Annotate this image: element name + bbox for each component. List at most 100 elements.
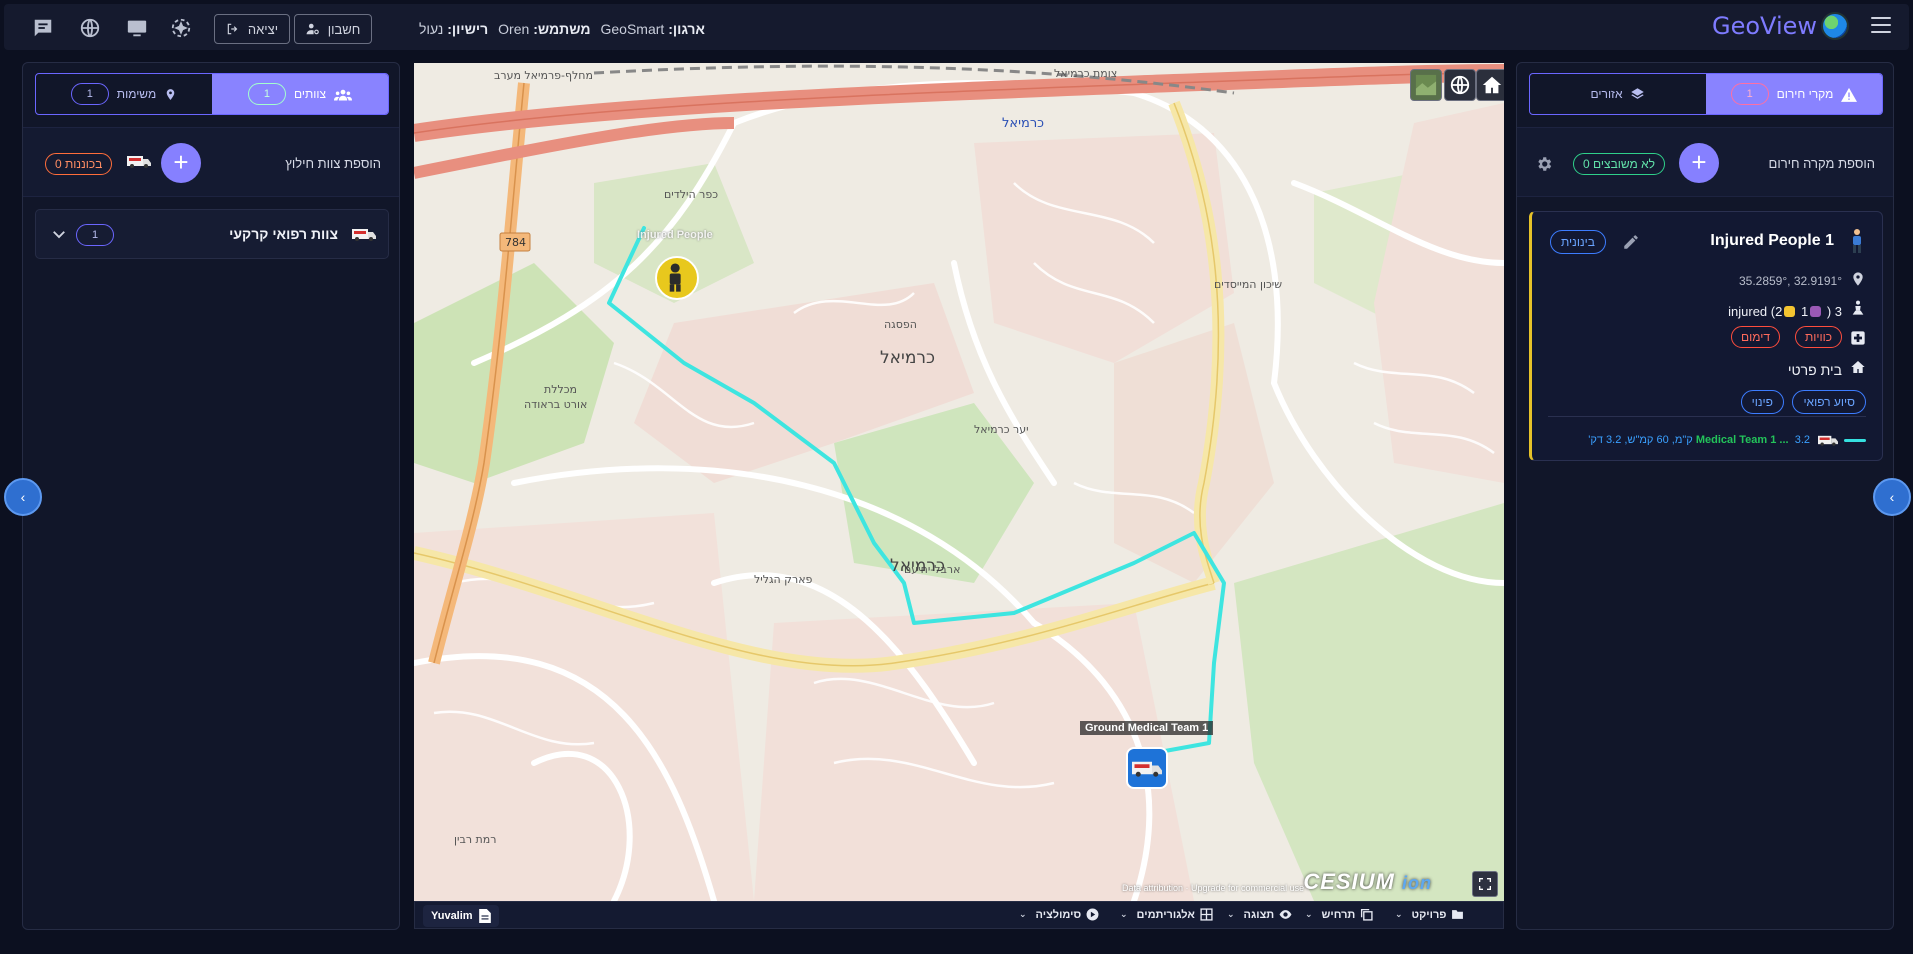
injured-b: 2 (1775, 304, 1783, 319)
home-icon (1482, 76, 1502, 94)
svg-text:פארק הגליל: פארק הגליל (754, 573, 813, 586)
add-incident-label: הוספת מקרה חירום (1768, 156, 1876, 171)
severe-injury-icon (1810, 306, 1822, 317)
team-group-count: 1 (76, 224, 114, 246)
chat-icon[interactable] (32, 17, 54, 39)
logout-icon (227, 23, 238, 35)
tab-teams-label: צוותים (293, 87, 327, 101)
injured-marker-label: Injured People (637, 229, 713, 241)
tab-teams[interactable]: 1 צוותים (212, 74, 388, 114)
add-team-label: הוספת צוות חילוץ (285, 156, 381, 171)
unassigned-status-badge: 0 לא משובצים (1573, 153, 1665, 175)
svg-text:מכללת: מכללת (544, 383, 577, 396)
svg-text:כרמיאל: כרמיאל (890, 556, 945, 576)
user-chip[interactable]: Yuvalim (423, 905, 499, 927)
svg-text:יער כרמיאל: יער כרמיאל (974, 423, 1029, 436)
ai-sparkle-icon[interactable] (170, 17, 192, 39)
menu-scenario-label: תרחיש (1321, 908, 1356, 921)
menu-project[interactable]: ⌄ פרויקט (1395, 908, 1464, 921)
tag-burns: כוויות (1794, 326, 1842, 348)
globe-icon[interactable] (79, 17, 101, 39)
priority-badge[interactable]: בינונית (1550, 230, 1606, 254)
add-team-section: הוספת צוות חילוץ + 0 בכוננות (23, 127, 399, 197)
injured-people-marker[interactable] (655, 256, 699, 300)
injured-total: 3 (1834, 304, 1842, 319)
brand-name: GeoView (1712, 12, 1817, 40)
ready-status-badge: 0 בכוננות (45, 153, 113, 175)
incident-card[interactable]: Injured People 1 בינונית 35.2859°, 32.91… (1529, 211, 1883, 461)
home-view-button[interactable] (1476, 69, 1504, 101)
globe-view-button[interactable] (1444, 69, 1476, 101)
injured-person-icon (1852, 300, 1864, 315)
need-medical-badge: סיוע רפואי (1792, 390, 1866, 414)
ambulance-icon (1818, 435, 1838, 446)
person-icon (669, 263, 681, 292)
satellite-imagery-icon (1415, 74, 1437, 96)
incident-coords: 35.2859°, 32.9191° (1738, 274, 1842, 288)
add-incident-button[interactable]: + (1679, 143, 1719, 183)
menu-display[interactable]: ⌄ תצוגה (1227, 908, 1292, 921)
menu-simulation[interactable]: ⌄ סימולציה (1019, 908, 1099, 921)
eye-icon (1279, 910, 1292, 919)
layers-icon (1631, 87, 1645, 99)
cesium-wordmark: CESIUM (1303, 869, 1395, 894)
group-icon (334, 89, 353, 100)
logout-button[interactable]: יציאה (214, 14, 290, 44)
add-team-button[interactable]: + (161, 143, 201, 183)
monitor-icon[interactable] (126, 17, 148, 39)
need-evac-badge: פינוי (1740, 390, 1784, 414)
assigned-route[interactable]: Medical Team 1 ... 3.2 ק"מ, 60 קמ"ש, 3.2… (1588, 434, 1810, 446)
menu-icon[interactable] (1871, 17, 1891, 33)
app-root: GeoView ארגון: GeoSmart משתמש: Oren רישי… (0, 0, 1913, 954)
fullscreen-button[interactable] (1472, 871, 1498, 897)
map-canvas[interactable]: כפר הילדים הפסגה יער כרמיאל ארבל-יחיעם ש… (414, 63, 1504, 901)
svg-text:שיכון המייסדים: שיכון המייסדים (1214, 278, 1282, 291)
logout-label: יציאה (247, 21, 279, 37)
fullscreen-icon (1479, 878, 1491, 890)
incident-location-type: בית פרטי (1787, 362, 1842, 378)
globe-icon (1450, 75, 1470, 95)
teams-panel: 1 משימות 1 צוותים הוספת צוות חילוץ + 0 ב… (22, 62, 400, 930)
menu-algorithms[interactable]: ⌄ אלגוריתמים (1120, 908, 1213, 921)
injured-word: injured (1728, 304, 1768, 319)
svg-text:מחלף-פרמיאל מערב: מחלף-פרמיאל מערב (494, 69, 593, 82)
tab-areas-label: אזורים (1590, 87, 1623, 101)
copy-icon (1361, 908, 1373, 921)
right-panel-toggle[interactable]: ‹ (1873, 478, 1911, 516)
edit-icon[interactable] (1622, 233, 1640, 251)
map-view[interactable]: כפר הילדים הפסגה יער כרמיאל ארבל-יחיעם ש… (414, 63, 1504, 901)
injured-a: 1 (1800, 304, 1809, 319)
tab-missions-label: משימות (116, 87, 157, 101)
menu-scenario[interactable]: ⌄ תרחיש (1305, 908, 1373, 921)
menu-project-label: פרויקט (1411, 908, 1447, 921)
incidents-tabs: אזורים 1 מקרי חירום (1529, 73, 1883, 115)
team-group-row[interactable]: צוות רפואי קרקעי 1 (35, 209, 389, 259)
account-label: חשבון (327, 21, 361, 37)
map-credit[interactable]: Data attribution · Upgrade for commercia… (1122, 883, 1304, 893)
teams-count: 1 (247, 83, 286, 105)
mild-injury-icon (1784, 306, 1796, 317)
tab-missions[interactable]: 1 משימות (36, 74, 212, 114)
user-chip-label: Yuvalim (431, 910, 473, 922)
location-pin-icon (166, 88, 175, 100)
account-button[interactable]: חשבון (294, 14, 372, 44)
cesium-logo: CESIUM ion (1303, 869, 1432, 895)
left-panel-toggle[interactable]: ‹ (4, 478, 42, 516)
incidents-panel: אזורים 1 מקרי חירום הוספת מקרה חירום + 0… (1516, 62, 1894, 930)
org-info: ארגון: GeoSmart משתמש: Oren רישיון: נעול (419, 21, 705, 37)
svg-text:כרמיאל: כרמיאל (1002, 116, 1044, 131)
tab-areas[interactable]: אזורים (1530, 74, 1706, 114)
chevron-down-icon[interactable] (50, 225, 68, 243)
imagery-layer-button[interactable] (1410, 69, 1442, 101)
injured-summary: injured (2 1 ) 3 (1728, 304, 1842, 319)
medical-team-marker[interactable] (1126, 747, 1168, 789)
menu-algorithms-label: אלגוריתמים (1136, 908, 1195, 921)
grid-icon (1200, 908, 1213, 921)
top-bar: GeoView ארגון: GeoSmart משתמש: Oren רישי… (4, 4, 1909, 50)
svg-text:צומת כרמיאל: צומת כרמיאל (1054, 67, 1117, 80)
svg-text:784: 784 (505, 236, 526, 249)
menu-display-label: תצוגה (1243, 908, 1275, 921)
tab-incidents[interactable]: 1 מקרי חירום (1706, 74, 1882, 114)
gear-icon[interactable] (1535, 155, 1553, 173)
tag-bleeding: דימום (1730, 326, 1780, 348)
